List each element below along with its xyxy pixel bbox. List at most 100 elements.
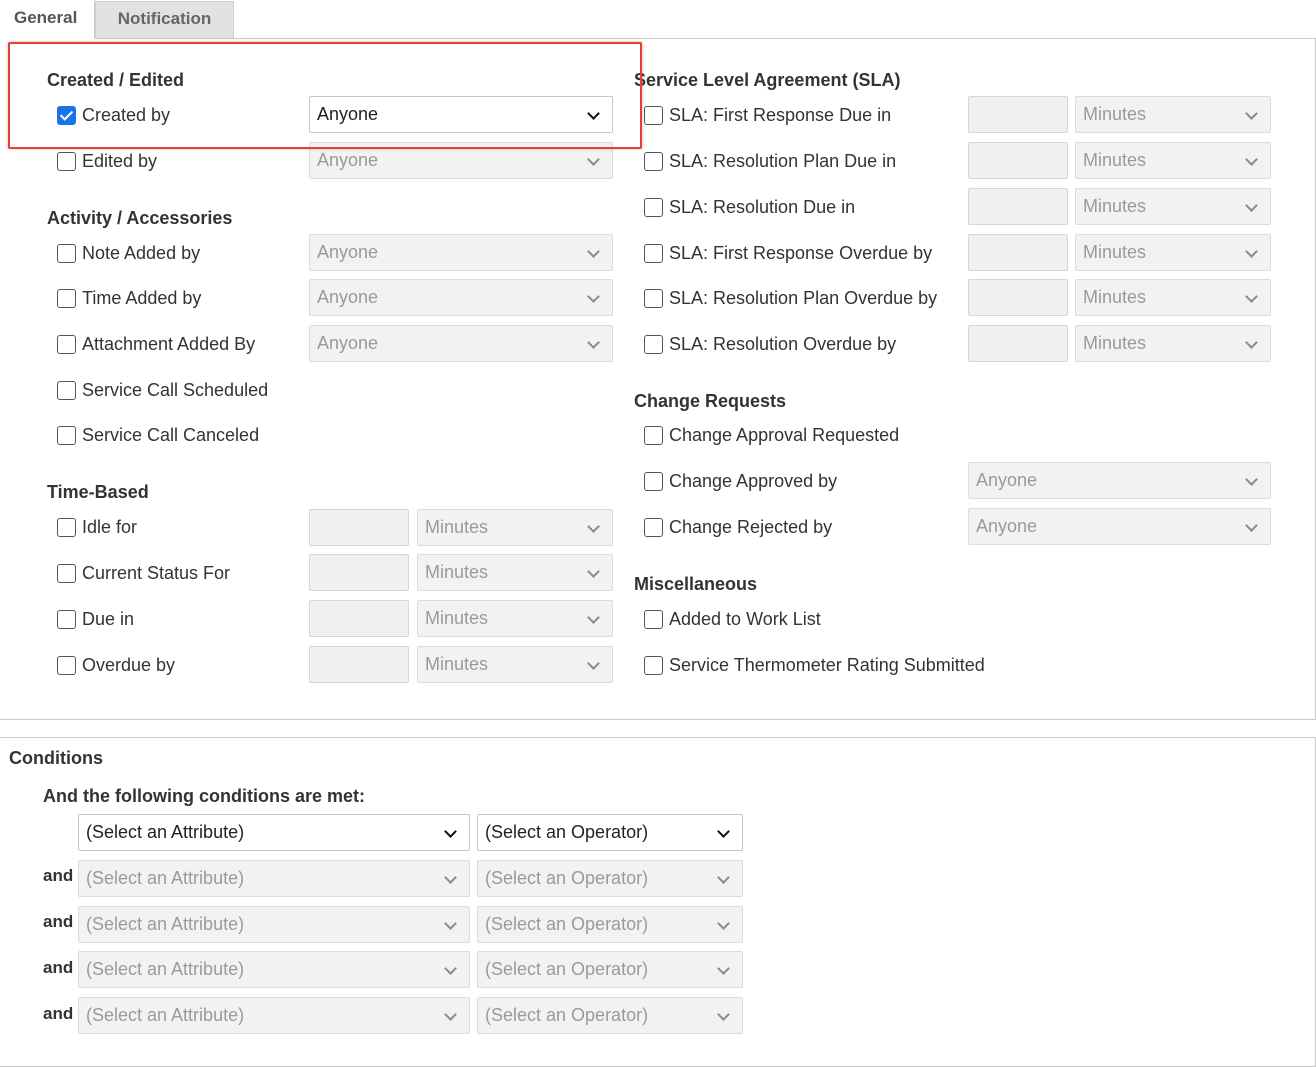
- note-added-by-option[interactable]: Note Added by: [57, 240, 200, 266]
- note-added-by-value: Anyone: [317, 242, 379, 262]
- service-call-canceled-option[interactable]: Service Call Canceled: [57, 422, 259, 448]
- overdue-by-unit-value: Minutes: [425, 654, 489, 674]
- condition-operator-select-2[interactable]: (Select an Operator): [477, 860, 743, 897]
- condition-operator-select-5[interactable]: (Select an Operator): [477, 997, 743, 1034]
- overdue-by-checkbox[interactable]: [57, 655, 76, 675]
- note-added-by-select[interactable]: Anyone: [309, 234, 613, 271]
- condition-attribute-select-2[interactable]: (Select an Attribute): [78, 860, 470, 897]
- idle-for-option[interactable]: Idle for: [57, 514, 137, 540]
- added-to-work-list-option[interactable]: Added to Work List: [644, 606, 821, 632]
- sla-first-response-due-option[interactable]: SLA: First Response Due in: [644, 102, 891, 128]
- change-approval-requested-checkbox[interactable]: [644, 425, 663, 445]
- change-approved-by-option[interactable]: Change Approved by: [644, 468, 837, 494]
- sla-first-response-overdue-amount-input[interactable]: [968, 234, 1068, 271]
- attachment-added-by-checkbox[interactable]: [57, 334, 76, 354]
- created-by-select[interactable]: Anyone: [309, 96, 613, 133]
- change-rejected-by-checkbox[interactable]: [644, 517, 663, 537]
- overdue-by-amount-input[interactable]: [309, 646, 409, 683]
- current-status-for-amount-input[interactable]: [309, 554, 409, 591]
- sla-first-response-due-amount-input[interactable]: [968, 96, 1068, 133]
- change-rejected-by-option[interactable]: Change Rejected by: [644, 514, 832, 540]
- condition-operator-select-4[interactable]: (Select an Operator): [477, 951, 743, 988]
- condition-attribute-value: (Select an Attribute): [86, 959, 245, 979]
- current-status-for-unit-value: Minutes: [425, 562, 489, 582]
- thermometer-rating-checkbox[interactable]: [644, 655, 663, 675]
- change-approved-by-select[interactable]: Anyone: [968, 462, 1271, 499]
- sla-resolution-plan-due-amount-input[interactable]: [968, 142, 1068, 179]
- tab-general[interactable]: General: [2, 0, 95, 39]
- idle-for-checkbox[interactable]: [57, 517, 76, 537]
- change-rejected-by-select[interactable]: Anyone: [968, 508, 1271, 545]
- created-by-option[interactable]: Created by: [57, 102, 170, 128]
- chevron-down-icon: [1245, 107, 1258, 120]
- sla-first-response-overdue-unit-select[interactable]: Minutes: [1075, 234, 1271, 271]
- due-in-checkbox[interactable]: [57, 609, 76, 629]
- sla-resolution-overdue-checkbox[interactable]: [644, 334, 663, 354]
- idle-for-unit-select[interactable]: Minutes: [417, 509, 613, 546]
- sla-resolution-plan-overdue-unit-select[interactable]: Minutes: [1075, 279, 1271, 316]
- sla-resolution-plan-due-checkbox[interactable]: [644, 151, 663, 171]
- sla-first-response-due-unit-select[interactable]: Minutes: [1075, 96, 1271, 133]
- note-added-by-checkbox[interactable]: [57, 243, 76, 263]
- condition-attribute-select-1[interactable]: (Select an Attribute): [78, 814, 470, 851]
- time-added-by-select[interactable]: Anyone: [309, 279, 613, 316]
- sla-resolution-due-label: SLA: Resolution Due in: [669, 196, 856, 217]
- due-in-unit-select[interactable]: Minutes: [417, 600, 613, 637]
- sla-resolution-due-checkbox[interactable]: [644, 197, 663, 217]
- change-approval-requested-label: Change Approval Requested: [669, 424, 900, 445]
- condition-attribute-value: (Select an Attribute): [86, 868, 245, 888]
- current-status-for-checkbox[interactable]: [57, 563, 76, 583]
- sla-resolution-overdue-option[interactable]: SLA: Resolution Overdue by: [644, 331, 896, 357]
- sla-resolution-due-unit-select[interactable]: Minutes: [1075, 188, 1271, 225]
- sla-resolution-plan-due-unit-select[interactable]: Minutes: [1075, 142, 1271, 179]
- change-approval-requested-option[interactable]: Change Approval Requested: [644, 422, 899, 448]
- due-in-option[interactable]: Due in: [57, 606, 134, 632]
- sla-resolution-plan-due-option[interactable]: SLA: Resolution Plan Due in: [644, 148, 896, 174]
- sla-resolution-overdue-unit-select[interactable]: Minutes: [1075, 325, 1271, 362]
- service-call-scheduled-option[interactable]: Service Call Scheduled: [57, 377, 268, 403]
- condition-attribute-select-3[interactable]: (Select an Attribute): [78, 906, 470, 943]
- sla-first-response-overdue-option[interactable]: SLA: First Response Overdue by: [644, 240, 932, 266]
- added-to-work-list-checkbox[interactable]: [644, 609, 663, 629]
- time-added-by-option[interactable]: Time Added by: [57, 285, 201, 311]
- idle-for-amount-input[interactable]: [309, 509, 409, 546]
- sla-resolution-overdue-amount-input[interactable]: [968, 325, 1068, 362]
- activity-heading: Activity / Accessories: [47, 208, 233, 228]
- service-call-scheduled-checkbox[interactable]: [57, 380, 76, 400]
- chevron-down-icon: [717, 917, 730, 930]
- edited-by-checkbox[interactable]: [57, 151, 76, 171]
- due-in-amount-input[interactable]: [309, 600, 409, 637]
- edited-by-label: Edited by: [82, 150, 158, 171]
- edited-by-option[interactable]: Edited by: [57, 148, 157, 174]
- created-by-checkbox[interactable]: [57, 105, 76, 125]
- overdue-by-unit-select[interactable]: Minutes: [417, 646, 613, 683]
- sla-resolution-plan-overdue-option[interactable]: SLA: Resolution Plan Overdue by: [644, 285, 937, 311]
- conditions-subheading: And the following conditions are met:: [43, 786, 365, 806]
- sla-resolution-plan-overdue-checkbox[interactable]: [644, 288, 663, 308]
- sla-resolution-overdue-label: SLA: Resolution Overdue by: [669, 333, 897, 354]
- service-call-canceled-checkbox[interactable]: [57, 425, 76, 445]
- attachment-added-by-option[interactable]: Attachment Added By: [57, 331, 255, 357]
- sla-first-response-due-checkbox[interactable]: [644, 105, 663, 125]
- time-added-by-checkbox[interactable]: [57, 288, 76, 308]
- thermometer-rating-option[interactable]: Service Thermometer Rating Submitted: [644, 652, 985, 678]
- change-approved-by-checkbox[interactable]: [644, 471, 663, 491]
- edited-by-select[interactable]: Anyone: [309, 142, 613, 179]
- change-approved-by-value: Anyone: [976, 470, 1038, 490]
- sla-first-response-overdue-checkbox[interactable]: [644, 243, 663, 263]
- sla-resolution-plan-due-unit-value: Minutes: [1083, 150, 1147, 170]
- condition-operator-value: (Select an Operator): [485, 959, 649, 979]
- overdue-by-option[interactable]: Overdue by: [57, 652, 175, 678]
- sla-resolution-due-amount-input[interactable]: [968, 188, 1068, 225]
- tab-notification[interactable]: Notification: [95, 1, 234, 38]
- condition-attribute-select-5[interactable]: (Select an Attribute): [78, 997, 470, 1034]
- attachment-added-by-select[interactable]: Anyone: [309, 325, 613, 362]
- sla-resolution-plan-overdue-amount-input[interactable]: [968, 279, 1068, 316]
- chevron-down-icon: [1245, 153, 1258, 166]
- condition-operator-select-1[interactable]: (Select an Operator): [477, 814, 743, 851]
- current-status-for-unit-select[interactable]: Minutes: [417, 554, 613, 591]
- sla-resolution-due-option[interactable]: SLA: Resolution Due in: [644, 194, 855, 220]
- condition-attribute-select-4[interactable]: (Select an Attribute): [78, 951, 470, 988]
- condition-operator-select-3[interactable]: (Select an Operator): [477, 906, 743, 943]
- current-status-for-option[interactable]: Current Status For: [57, 560, 230, 586]
